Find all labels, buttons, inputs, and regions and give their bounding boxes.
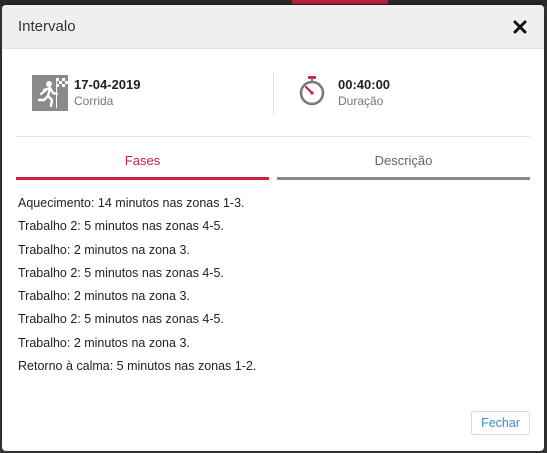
list-item: Trabalho: 2 minutos na zona 3. — [18, 242, 190, 257]
tab-descricao[interactable]: Descrição — [277, 145, 530, 180]
workout-summary: 17-04-2019 Corrida 00:40:00 Duração — [16, 49, 530, 137]
list-item: Trabalho 2: 5 minutos nas zonas 4-5. — [18, 265, 224, 280]
duration-label: Duração — [337, 93, 384, 108]
list-item: Aquecimento: 14 minutos nas zonas 1-3. — [18, 196, 245, 210]
modal-header: Intervalo — [2, 5, 544, 49]
workout-date-sport: 17-04-2019 Corrida — [16, 74, 273, 111]
phase-list: Aquecimento: 14 minutos nas zonas 1-3. T… — [2, 180, 544, 378]
backdrop-accent — [292, 0, 388, 4]
interval-modal: Intervalo 17-04-2019 Corrida 00:40:00 Du… — [2, 5, 544, 451]
list-item: Trabalho: 2 minutos na zona 3. — [18, 335, 190, 350]
workout-date: 17-04-2019 — [74, 76, 141, 92]
modal-title: Intervalo — [18, 18, 76, 35]
workout-duration: 00:40:00 Duração — [272, 70, 530, 115]
close-icon[interactable] — [510, 17, 530, 37]
list-item: Trabalho: 2 minutos na zona 3. — [18, 289, 190, 304]
close-button[interactable]: Fechar — [471, 411, 530, 435]
list-item: Retorno à calma: 5 minutos nas zonas 1-2… — [18, 359, 257, 374]
tab-bar: Fases Descrição — [16, 145, 530, 180]
running-icon — [32, 74, 68, 111]
list-item: Trabalho 2: 5 minutos nas zonas 4-5. — [18, 312, 224, 327]
stopwatch-icon — [296, 75, 332, 111]
workout-sport: Corrida — [74, 93, 114, 108]
duration-value: 00:40:00 — [337, 76, 391, 92]
tab-fases[interactable]: Fases — [16, 145, 269, 180]
list-item: Trabalho 2: 5 minutos nas zonas 4-5. — [18, 219, 224, 234]
